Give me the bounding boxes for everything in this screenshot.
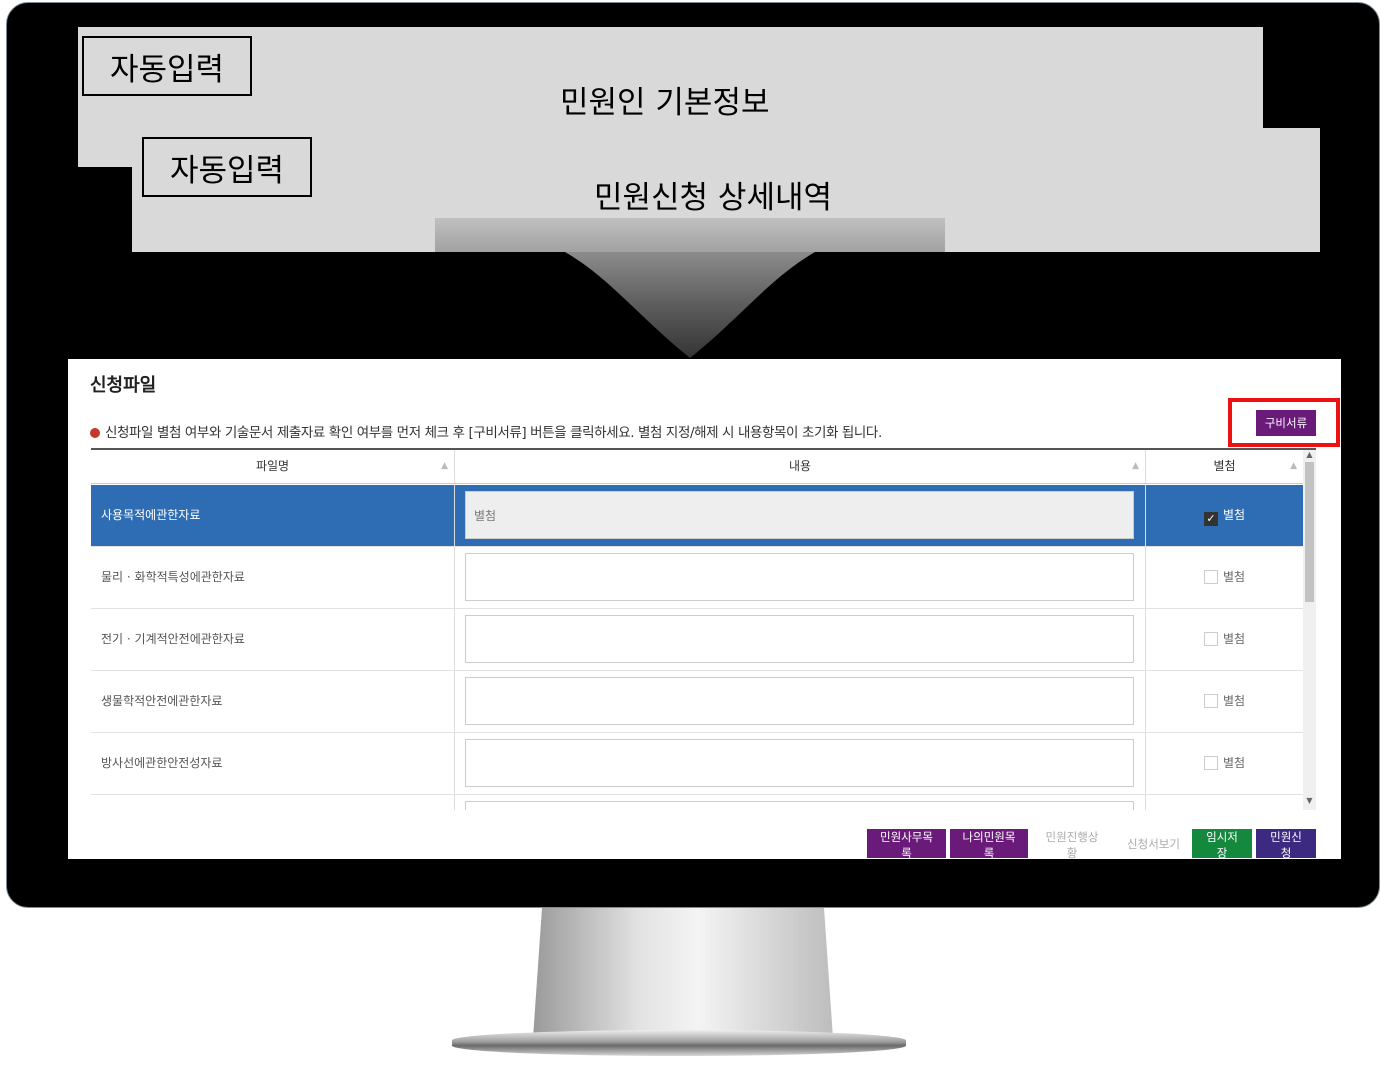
column-header-attach[interactable]: 별첨 ▲: [1146, 450, 1303, 483]
attach-checkbox[interactable]: [1203, 632, 1218, 646]
content-cell: [455, 485, 1146, 546]
attach-cell: 별첨: [1146, 547, 1303, 608]
view-application-button[interactable]: 신청서보기: [1117, 829, 1190, 858]
table-row[interactable]: 전기 · 기계적안전에관한자료 별첨: [91, 609, 1303, 671]
sort-icon: ▲: [1132, 461, 1139, 471]
content-input[interactable]: [465, 677, 1134, 725]
attach-checkbox[interactable]: [1203, 756, 1218, 770]
auto-input-tag: 자동입력: [142, 137, 312, 197]
table-row[interactable]: [91, 795, 1303, 810]
panel-title-detail: 민원신청 상세내역: [594, 180, 833, 216]
attach-cell: 별첨: [1146, 733, 1303, 794]
attach-checkbox[interactable]: [1203, 570, 1218, 584]
file-name-cell: 물리 · 화학적특성에관한자료: [91, 547, 455, 608]
table-scrollbar[interactable]: ▲ ▼: [1303, 450, 1316, 810]
content-input[interactable]: [465, 615, 1134, 663]
content-cell: [455, 795, 1146, 810]
scroll-down-icon[interactable]: ▼: [1303, 796, 1316, 805]
monitor-stand-base: [452, 1030, 906, 1056]
attach-label: 별첨: [1222, 694, 1246, 708]
attach-cell: ✓ 별첨: [1146, 485, 1303, 546]
my-complaints-button[interactable]: 나의민원목록: [950, 829, 1028, 859]
column-header-label: 파일명: [255, 459, 290, 473]
required-docs-button[interactable]: 구비서류: [1256, 410, 1316, 436]
content-input[interactable]: [465, 491, 1134, 539]
bullet-icon: [90, 428, 100, 438]
attach-label: 별첨: [1222, 570, 1246, 584]
scroll-up-icon[interactable]: ▲: [1303, 450, 1316, 459]
file-name-cell: 전기 · 기계적안전에관한자료: [91, 609, 455, 670]
attach-checkbox[interactable]: ✓: [1203, 512, 1218, 526]
sort-icon: ▲: [1290, 461, 1297, 471]
content-input[interactable]: [465, 553, 1134, 601]
content-cell: [455, 671, 1146, 732]
content-input[interactable]: [465, 739, 1134, 787]
table-row[interactable]: 물리 · 화학적특성에관한자료 별첨: [91, 547, 1303, 609]
application-screen: 신청파일 신청파일 별첨 여부와 기술문서 제출자료 확인 여부를 먼저 체크 …: [68, 359, 1341, 859]
content-cell: [455, 547, 1146, 608]
notice-label: 신청파일 별첨 여부와 기술문서 제출자료 확인 여부를 먼저 체크 후 [구비…: [105, 425, 882, 441]
progress-status-button[interactable]: 민원진행상황: [1032, 829, 1112, 859]
sort-icon: ▲: [441, 461, 448, 471]
attach-checkbox[interactable]: [1203, 694, 1218, 708]
content-input[interactable]: [465, 801, 1134, 810]
table-row[interactable]: 방사선에관한안전성자료 별첨: [91, 733, 1303, 795]
column-header-label: 별첨: [1213, 459, 1236, 473]
section-title: 신청파일: [90, 375, 157, 396]
table-row[interactable]: 생물학적안전에관한자료 별첨: [91, 671, 1303, 733]
file-name-cell: 사용목적에관한자료: [91, 485, 455, 546]
table-header: 파일명 ▲ 내용 ▲ 별첨 ▲: [91, 450, 1303, 484]
attach-label: 별첨: [1222, 756, 1246, 770]
attach-cell: 별첨: [1146, 671, 1303, 732]
file-table: 파일명▲ 내용▲ 별첨▲ 사용목적에관한자료✓별첨물리 · 화학적특성에관한자료…: [91, 448, 1316, 810]
scroll-thumb[interactable]: [1305, 462, 1314, 602]
submit-complaint-button[interactable]: 민원신청: [1256, 829, 1316, 859]
column-header-file[interactable]: 파일명 ▲: [91, 450, 455, 483]
panel-title-basic-info: 민원인 기본정보: [560, 85, 770, 121]
attach-label: 별첨: [1222, 632, 1246, 646]
file-name-cell: 생물학적안전에관한자료: [91, 671, 455, 732]
attach-label: 별첨: [1222, 508, 1246, 522]
down-arrow-icon: [435, 218, 945, 358]
attach-cell: 별첨: [1146, 609, 1303, 670]
notice-text: 신청파일 별첨 여부와 기술문서 제출자료 확인 여부를 먼저 체크 후 [구비…: [90, 421, 882, 441]
monitor-stand-neck: [533, 908, 833, 1038]
file-name-cell: 방사선에관한안전성자료: [91, 733, 455, 794]
column-header-content[interactable]: 내용 ▲: [455, 450, 1146, 483]
table-row[interactable]: 사용목적에관한자료 ✓ 별첨: [91, 485, 1303, 547]
content-cell: [455, 609, 1146, 670]
column-header-label: 내용: [788, 459, 812, 473]
content-cell: [455, 733, 1146, 794]
office-list-button[interactable]: 민원사무목록: [867, 829, 946, 859]
temp-save-button[interactable]: 임시저장: [1192, 829, 1252, 859]
file-name-cell: [91, 795, 455, 810]
auto-input-tag: 자동입력: [82, 36, 252, 96]
